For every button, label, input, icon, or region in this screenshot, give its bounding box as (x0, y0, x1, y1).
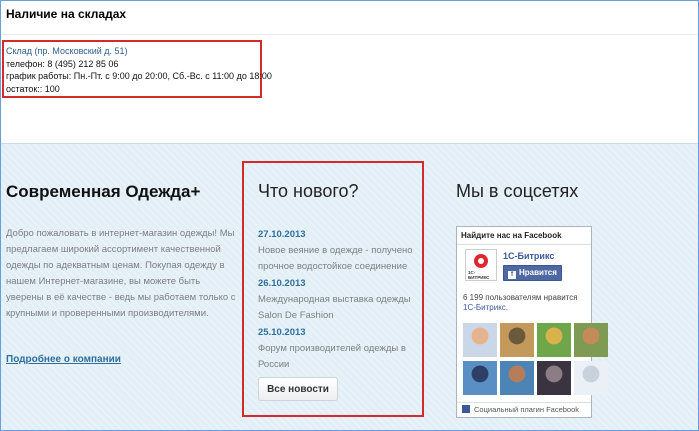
all-news-button[interactable]: Все новости (258, 377, 338, 401)
stock-info: Склад (пр. Московский д. 51) телефон: 8 … (6, 45, 272, 95)
about-title: Современная Одежда+ (6, 182, 201, 201)
fan-avatar[interactable] (463, 361, 497, 395)
news-item: 27.10.2013 Новое веяние в одежде - получ… (258, 228, 418, 275)
about-more-link[interactable]: Подробнее о компании (6, 354, 121, 365)
facebook-icon: f (508, 271, 516, 279)
news-text: Новое веяние в одежде - получено прочное… (258, 245, 413, 272)
logo-text: 1С-БИТРИКС (468, 270, 490, 280)
page-avatar[interactable]: 1С-БИТРИКС (465, 249, 497, 281)
news-list: 27.10.2013 Новое веяние в одежде - получ… (258, 228, 418, 375)
fan-avatar[interactable] (463, 323, 497, 357)
about-text: Добро пожаловать в интернет-магазин одеж… (6, 228, 236, 319)
facebook-widget-header: Найдите нас на Facebook (457, 227, 591, 245)
fan-avatar[interactable] (537, 323, 571, 357)
warehouse-remaining: остаток:: 100 (6, 83, 60, 94)
news-date[interactable]: 25.10.2013 (258, 326, 418, 339)
fan-avatar[interactable] (500, 323, 534, 357)
like-button-label: Нравится (519, 268, 557, 277)
news-text: Международная выставка одежды Salon De F… (258, 294, 411, 321)
like-count: 6 199 пользователям нравится 1С-Битрикс. (463, 293, 585, 313)
bitrix-logo-icon (474, 254, 488, 268)
stock-title: Наличие на складах (6, 7, 127, 21)
warehouse-schedule: график работы: Пн.-Пт. с 9:00 до 20:00, … (6, 71, 272, 81)
facebook-widget: Найдите нас на Facebook 1С-БИТРИКС 1С-Би… (456, 226, 608, 418)
social-title: Мы в соцсетях (456, 181, 579, 201)
like-button[interactable]: f Нравится (503, 265, 562, 281)
news-date[interactable]: 26.10.2013 (258, 277, 418, 290)
news-title: Что нового? (258, 181, 359, 201)
fan-avatar[interactable] (574, 361, 608, 395)
warehouse-link[interactable]: Склад (пр. Московский д. 51) (6, 46, 128, 56)
news-date[interactable]: 27.10.2013 (258, 228, 418, 241)
like-count-text: 6 199 пользователям нравится (463, 293, 578, 302)
page-name-link[interactable]: 1С-Битрикс (503, 251, 554, 261)
fan-avatar[interactable] (537, 361, 571, 395)
news-text: Форум производителей одежды в России (258, 343, 406, 370)
news-item: 26.10.2013 Международная выставка одежды… (258, 277, 418, 324)
divider (1, 34, 698, 35)
fan-avatar[interactable] (574, 323, 608, 357)
fan-avatar[interactable] (500, 361, 534, 395)
like-count-link[interactable]: 1С-Битрикс. (463, 303, 508, 312)
facebook-logo-icon (462, 405, 470, 413)
warehouse-phone: телефон: 8 (495) 212 85 06 (6, 58, 119, 69)
facebook-footer: Социальный плагин Facebook (457, 402, 591, 417)
news-item: 25.10.2013 Форум производителей одежды в… (258, 326, 418, 373)
facebook-footer-text[interactable]: Социальный плагин Facebook (474, 405, 579, 414)
